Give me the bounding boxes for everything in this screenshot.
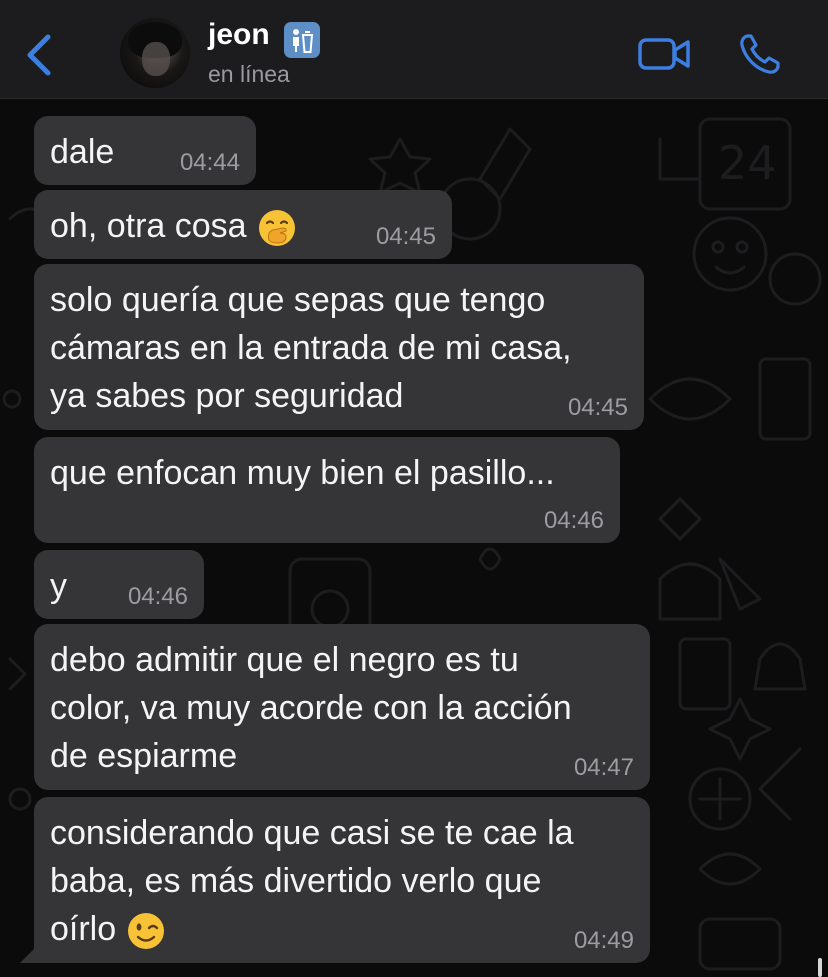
message-text: que enfocan muy bien el pasillo... xyxy=(50,454,555,492)
message-bubble[interactable]: oh, otra cosa 04:45 xyxy=(34,190,452,259)
message-bubble[interactable]: dale 04:44 xyxy=(34,116,256,185)
message-text: solo quería que sepas que tengo cámaras … xyxy=(50,281,572,415)
svg-text:24: 24 xyxy=(718,136,777,190)
video-camera-icon[interactable] xyxy=(638,34,690,74)
message-bubble[interactable]: solo quería que sepas que tengo cámaras … xyxy=(34,264,644,430)
message-bubble[interactable]: y 04:46 xyxy=(34,550,204,619)
message-text: oh, otra cosa xyxy=(50,207,247,245)
chat-area[interactable]: 24 dale 04:44 oh, otra cosa 04:45 solo q… xyxy=(0,99,828,977)
message-time: 04:44 xyxy=(179,149,240,176)
message-time: 04:45 xyxy=(375,223,436,250)
message-bubble[interactable]: debo admitir que el negro es tu color, v… xyxy=(34,624,650,790)
avatar[interactable] xyxy=(120,18,190,88)
message-time: 04:49 xyxy=(573,927,634,954)
message-time: 04:46 xyxy=(543,507,604,534)
contact-status: en línea xyxy=(208,61,290,87)
winking-face-emoji-icon xyxy=(128,913,165,950)
face-with-hand-over-mouth-emoji-icon xyxy=(258,210,295,247)
chat-header: jeon en línea xyxy=(0,0,828,99)
back-chevron-icon[interactable] xyxy=(22,32,56,78)
message-time: 04:46 xyxy=(127,583,188,610)
message-bubble[interactable]: que enfocan muy bien el pasillo... 04:46 xyxy=(34,437,620,543)
contact-name[interactable]: jeon xyxy=(208,18,270,52)
phone-icon[interactable] xyxy=(738,32,782,76)
message-bubble[interactable]: considerando que casi se te cae la baba,… xyxy=(20,797,650,963)
message-time: 04:45 xyxy=(567,394,628,421)
bubble-tail xyxy=(20,941,42,963)
scroll-indicator[interactable] xyxy=(818,958,822,977)
message-time: 04:47 xyxy=(573,754,634,781)
trash-icon xyxy=(284,22,320,58)
message-text: debo admitir que el negro es tu color, v… xyxy=(50,641,572,775)
